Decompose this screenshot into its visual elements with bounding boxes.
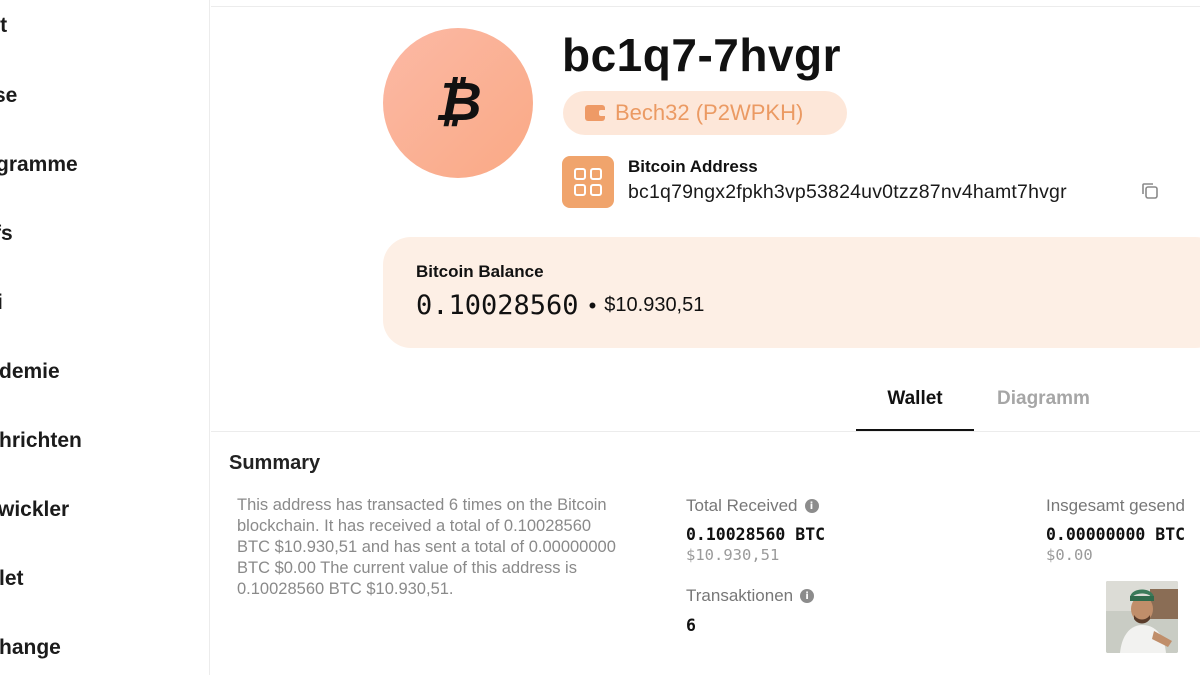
bitcoin-icon: ₿ [434,69,482,133]
webcam-overlay-image [1106,581,1178,653]
bitcoin-avatar: ₿ [383,28,533,178]
total-received-label: Total Received i [686,496,819,516]
tab-bar: Wallet Diagramm [211,380,1200,432]
address-value[interactable]: bc1q79ngx2fpkh3vp53824uv0tzz87nv4hamt7hv… [628,181,1067,204]
summary-title: Summary [229,452,321,474]
qr-code-icon-cell [590,168,602,180]
address-label: Bitcoin Address [628,157,758,176]
summary-panel: Summary This address has transacted 6 ti… [211,432,1200,675]
balance-separator: • [588,292,597,318]
qr-code-icon [574,168,586,180]
info-icon[interactable]: i [804,499,819,513]
qr-code-icon-cell [574,184,586,196]
sidebar-item-4[interactable]: fs [0,222,209,246]
transactions-value: 6 [686,616,696,635]
balance-row: 0.10028560 • $10.930,51 [416,290,704,321]
address-type-label: Bech32 (P2WPKH) [615,100,804,125]
balance-fiat: $10.930,51 [604,294,705,316]
balance-btc: 0.10028560 [416,290,579,321]
sidebar-item-2[interactable]: se [0,84,209,108]
total-sent-btc: 0.00000000 BTC [1046,525,1186,544]
tab-wallet[interactable]: Wallet [856,388,974,431]
sidebar-item-5[interactable]: i [0,291,209,315]
sidebar-item-1[interactable]: rt [0,14,209,38]
sidebar-item-7[interactable]: hrichten [0,429,209,453]
page-title: bc1q7-7hvgr [562,29,842,81]
sidebar: rt se gramme fs i demie hrichten wickler… [0,0,210,675]
tab-diagramm[interactable]: Diagramm [997,388,1090,410]
sidebar-item-3[interactable]: gramme [0,153,209,177]
sidebar-item-8[interactable]: wickler [0,498,209,522]
transactions-label-text: Transaktionen [686,586,794,605]
sidebar-item-10[interactable]: hange [0,636,209,660]
transactions-label: Transaktionen i [686,586,815,606]
sidebar-item-9[interactable]: let [0,567,209,591]
balance-card: Bitcoin Balance 0.10028560 • $10.930,51 [383,237,1200,348]
total-sent-label: Insgesamt gesend [1046,496,1185,516]
address-type-badge: Bech32 (P2WPKH) [563,91,847,135]
total-received-fiat: $10.930,51 [686,546,780,564]
total-sent-fiat: $0.00 [1046,546,1093,564]
balance-label: Bitcoin Balance [416,262,544,281]
qr-code-icon-cell [590,184,602,196]
total-sent-label-text: Insgesamt gesend [1046,496,1185,515]
total-received-btc: 0.10028560 BTC [686,525,826,544]
info-icon[interactable]: i [800,589,815,603]
qr-code-button[interactable] [562,156,614,208]
main-content: ₿ bc1q7-7hvgr Bech32 (P2WPKH) Bitcoin Ad… [211,0,1200,675]
summary-description: This address has transacted 6 times on t… [237,496,616,598]
total-received-label-text: Total Received [686,496,798,515]
sidebar-item-6[interactable]: demie [0,360,209,384]
copy-icon[interactable] [1140,181,1160,201]
wallet-icon [585,105,607,121]
top-divider [211,6,1200,7]
